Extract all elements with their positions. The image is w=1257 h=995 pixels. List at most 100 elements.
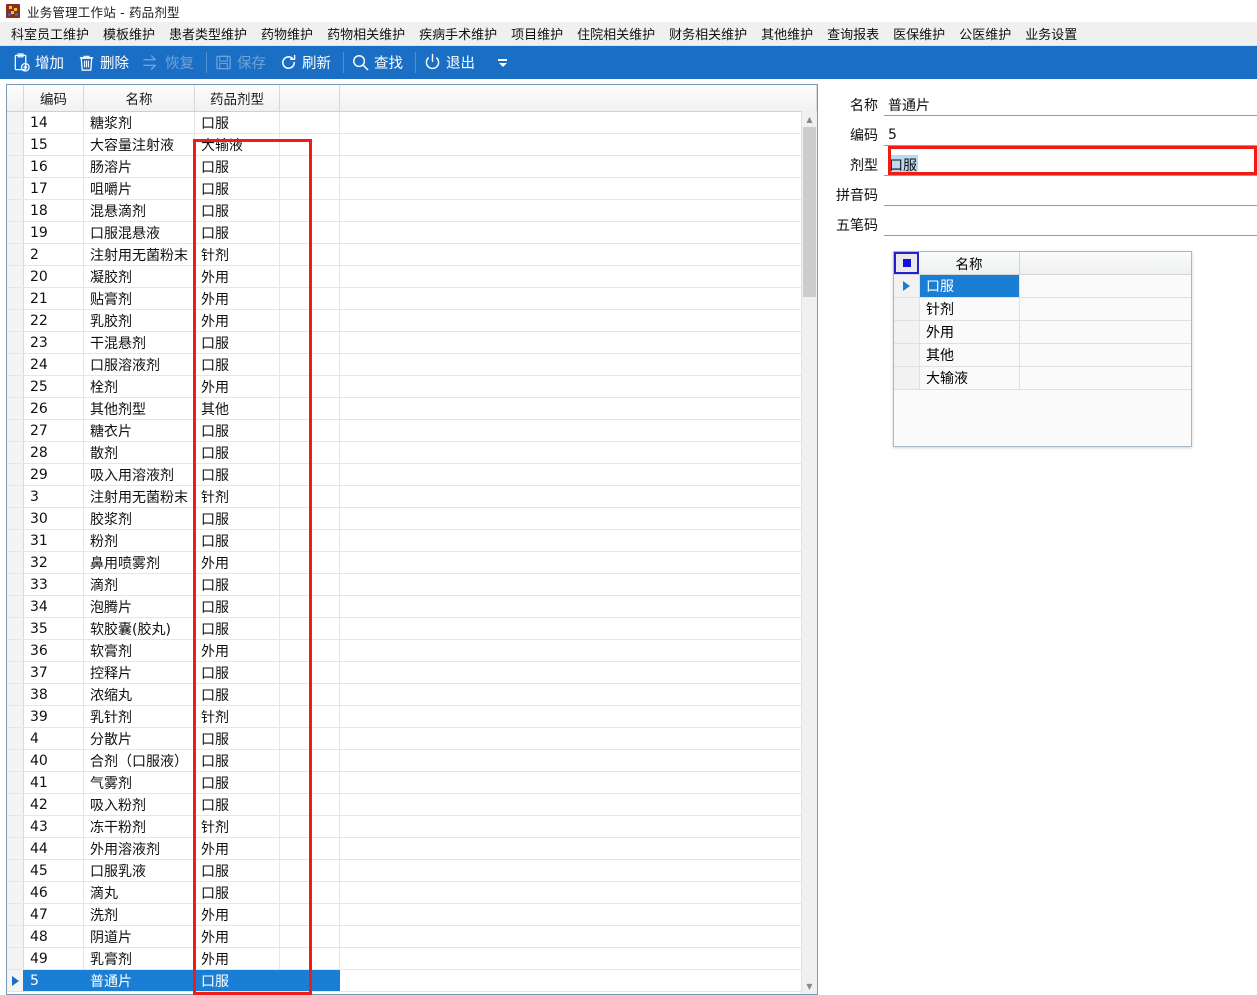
- form-input-pinyin-code[interactable]: [884, 184, 1257, 206]
- cell-name[interactable]: 注射用无菌粉末（粉针剂）: [84, 244, 195, 265]
- cell-name[interactable]: 控释片: [84, 662, 195, 683]
- cell-code[interactable]: 15: [24, 134, 84, 155]
- cell-extra-2[interactable]: [340, 112, 817, 133]
- cell-code[interactable]: 30: [24, 508, 84, 529]
- menu-item-0[interactable]: 科室员工维护: [4, 22, 96, 46]
- menu-item-1[interactable]: 模板维护: [96, 22, 162, 46]
- cell-extra-1[interactable]: [280, 222, 340, 243]
- table-row[interactable]: 4 分散片 口服: [7, 728, 817, 750]
- cell-dosage-form[interactable]: 外用: [195, 376, 280, 397]
- cell-code[interactable]: 24: [24, 354, 84, 375]
- menu-item-12[interactable]: 公医维护: [952, 22, 1018, 46]
- cell-extra-2[interactable]: [340, 266, 817, 287]
- dropdown-item[interactable]: 针剂: [894, 298, 1191, 321]
- table-row[interactable]: 26 其他剂型 其他: [7, 398, 817, 420]
- cell-extra-2[interactable]: [340, 156, 817, 177]
- cell-dosage-form[interactable]: 口服: [195, 662, 280, 683]
- cell-name[interactable]: 吸入用溶液剂: [84, 464, 195, 485]
- cell-extra-1[interactable]: [280, 508, 340, 529]
- cell-dosage-form[interactable]: 口服: [195, 442, 280, 463]
- cell-extra-2[interactable]: [340, 354, 817, 375]
- toolbar-button-refresh[interactable]: 刷新: [275, 46, 340, 79]
- cell-extra-1[interactable]: [280, 134, 340, 155]
- cell-dosage-form[interactable]: 口服: [195, 794, 280, 815]
- cell-dosage-form[interactable]: 针剂: [195, 706, 280, 727]
- form-input-dosage-form[interactable]: 口服: [884, 154, 1257, 176]
- cell-extra-1[interactable]: [280, 310, 340, 331]
- cell-name[interactable]: 糖衣片: [84, 420, 195, 441]
- cell-dosage-form[interactable]: 口服: [195, 222, 280, 243]
- cell-extra-1[interactable]: [280, 354, 340, 375]
- cell-name[interactable]: 冻干粉剂: [84, 816, 195, 837]
- table-row[interactable]: 16 肠溶片 口服: [7, 156, 817, 178]
- cell-dosage-form[interactable]: 口服: [195, 530, 280, 551]
- table-row[interactable]: 42 吸入粉剂 口服: [7, 794, 817, 816]
- cell-dosage-form[interactable]: 口服: [195, 772, 280, 793]
- table-row[interactable]: 44 外用溶液剂 外用: [7, 838, 817, 860]
- cell-dosage-form[interactable]: 口服: [195, 464, 280, 485]
- scroll-up-arrow[interactable]: ▲: [802, 111, 817, 127]
- toolbar-button-add-clipboard[interactable]: 增加: [8, 46, 73, 79]
- table-row[interactable]: 19 口服混悬液 口服: [7, 222, 817, 244]
- menu-item-13[interactable]: 业务设置: [1018, 22, 1084, 46]
- cell-name[interactable]: 口服混悬液: [84, 222, 195, 243]
- cell-dosage-form[interactable]: 外用: [195, 926, 280, 947]
- cell-code[interactable]: 46: [24, 882, 84, 903]
- table-row[interactable]: 31 粉剂 口服: [7, 530, 817, 552]
- cell-code[interactable]: 38: [24, 684, 84, 705]
- cell-extra-1[interactable]: [280, 596, 340, 617]
- table-row[interactable]: 21 贴膏剂 外用: [7, 288, 817, 310]
- grid-header-name[interactable]: 名称: [84, 85, 195, 111]
- cell-extra-2[interactable]: [340, 838, 817, 859]
- cell-code[interactable]: 18: [24, 200, 84, 221]
- cell-extra-1[interactable]: [280, 442, 340, 463]
- cell-extra-2[interactable]: [340, 728, 817, 749]
- table-row[interactable]: 5 普通片 口服: [7, 970, 817, 992]
- cell-dosage-form[interactable]: 口服: [195, 508, 280, 529]
- cell-code[interactable]: 20: [24, 266, 84, 287]
- cell-extra-2[interactable]: [340, 178, 817, 199]
- cell-name[interactable]: 粉剂: [84, 530, 195, 551]
- grid-header-dosage-form[interactable]: 药品剂型: [195, 85, 280, 111]
- cell-dosage-form[interactable]: 外用: [195, 838, 280, 859]
- table-row[interactable]: 25 栓剂 外用: [7, 376, 817, 398]
- grid-header-extra-1[interactable]: [280, 85, 340, 111]
- menu-item-7[interactable]: 住院相关维护: [570, 22, 662, 46]
- cell-code[interactable]: 32: [24, 552, 84, 573]
- cell-code[interactable]: 47: [24, 904, 84, 925]
- table-row[interactable]: 47 洗剂 外用: [7, 904, 817, 926]
- cell-extra-2[interactable]: [340, 860, 817, 881]
- cell-code[interactable]: 21: [24, 288, 84, 309]
- table-row[interactable]: 48 阴道片 外用: [7, 926, 817, 948]
- table-row[interactable]: 23 干混悬剂 口服: [7, 332, 817, 354]
- cell-code[interactable]: 27: [24, 420, 84, 441]
- cell-name[interactable]: 凝胶剂: [84, 266, 195, 287]
- cell-extra-2[interactable]: [340, 398, 817, 419]
- grid-header-code[interactable]: 编码: [24, 85, 84, 111]
- cell-code[interactable]: 42: [24, 794, 84, 815]
- cell-dosage-form[interactable]: 外用: [195, 288, 280, 309]
- cell-code[interactable]: 2: [24, 244, 84, 265]
- cell-dosage-form[interactable]: 口服: [195, 596, 280, 617]
- cell-name[interactable]: 软胶囊(胶丸): [84, 618, 195, 639]
- cell-code[interactable]: 16: [24, 156, 84, 177]
- cell-extra-1[interactable]: [280, 684, 340, 705]
- cell-extra-1[interactable]: [280, 420, 340, 441]
- cell-dosage-form[interactable]: 口服: [195, 574, 280, 595]
- grid-header-extra-2[interactable]: [340, 85, 817, 111]
- cell-extra-1[interactable]: [280, 200, 340, 221]
- cell-extra-2[interactable]: [340, 926, 817, 947]
- toolbar-overflow-icon[interactable]: [492, 58, 513, 67]
- cell-dosage-form[interactable]: 针剂: [195, 244, 280, 265]
- cell-extra-2[interactable]: [340, 904, 817, 925]
- cell-name[interactable]: 气雾剂: [84, 772, 195, 793]
- cell-extra-1[interactable]: [280, 244, 340, 265]
- cell-extra-1[interactable]: [280, 376, 340, 397]
- cell-extra-2[interactable]: [340, 640, 817, 661]
- cell-extra-2[interactable]: [340, 508, 817, 529]
- table-row[interactable]: 27 糖衣片 口服: [7, 420, 817, 442]
- table-row[interactable]: 32 鼻用喷雾剂 外用: [7, 552, 817, 574]
- table-row[interactable]: 49 乳膏剂 外用: [7, 948, 817, 970]
- cell-code[interactable]: 23: [24, 332, 84, 353]
- cell-name[interactable]: 乳针剂: [84, 706, 195, 727]
